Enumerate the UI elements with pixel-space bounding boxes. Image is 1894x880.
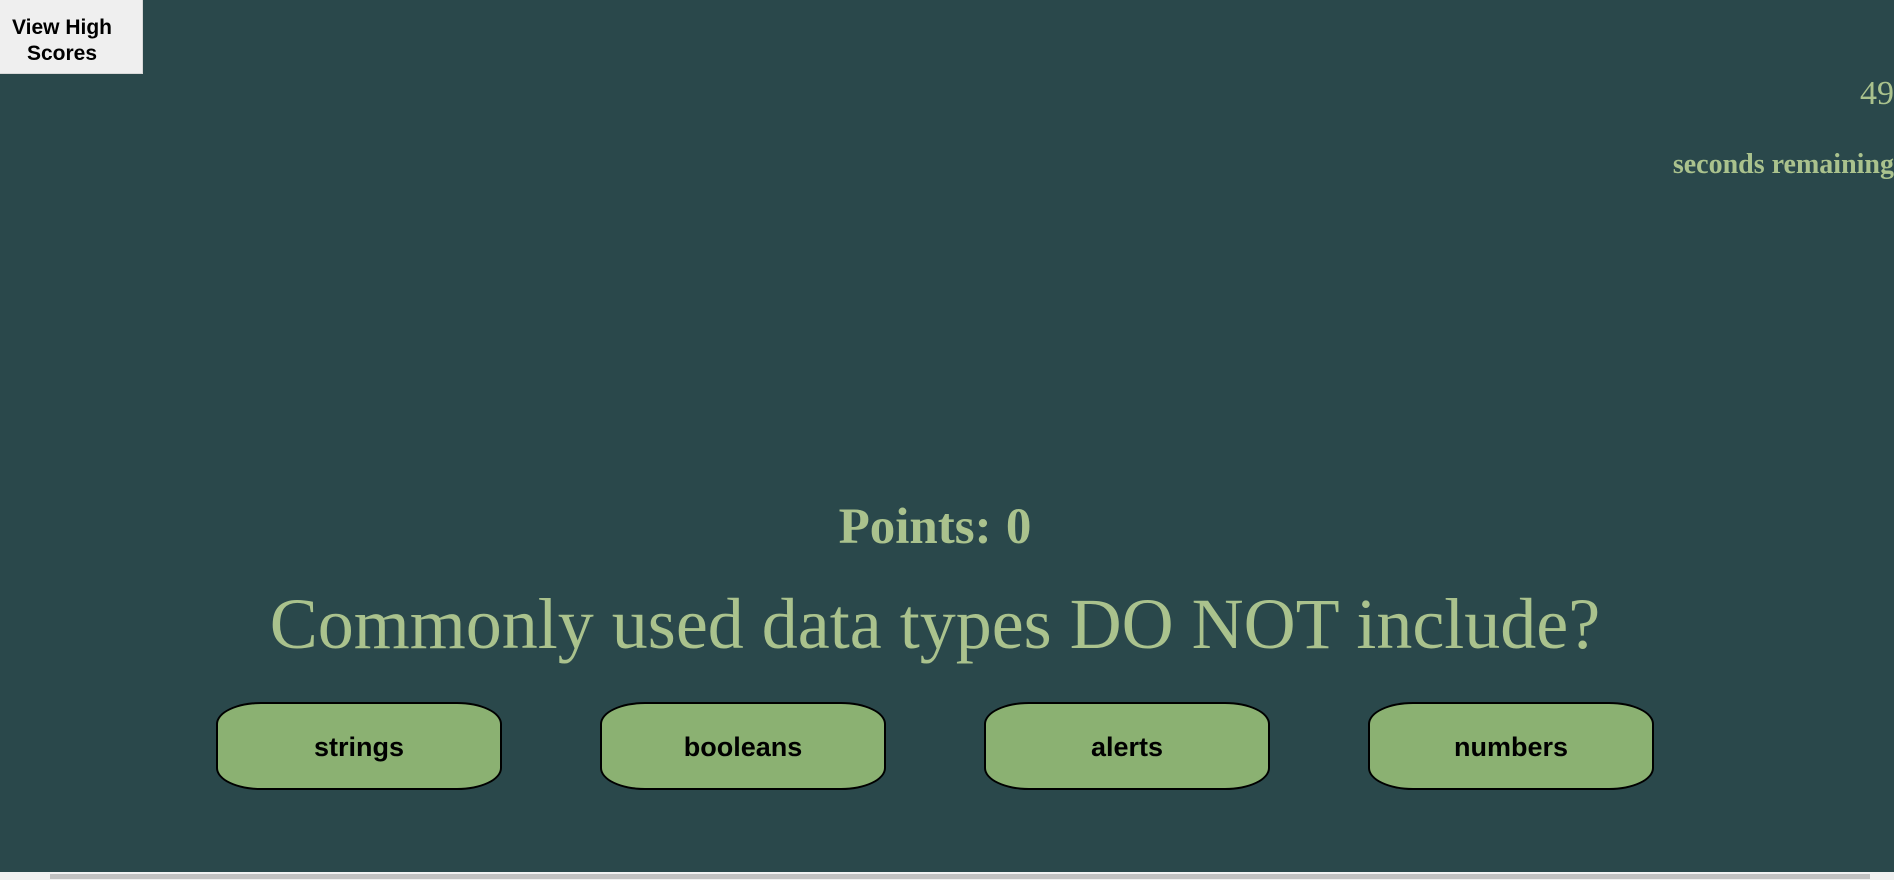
timer-seconds: 49 bbox=[1860, 75, 1894, 112]
answer-button-alerts[interactable]: alerts bbox=[984, 702, 1270, 790]
view-high-scores-button[interactable]: View High Scores bbox=[0, 0, 143, 74]
answer-button-strings[interactable]: strings bbox=[216, 702, 502, 790]
answer-button-booleans[interactable]: booleans bbox=[600, 702, 886, 790]
question-text: Commonly used data types DO NOT include? bbox=[269, 584, 1601, 664]
points-value: 0 bbox=[1005, 499, 1032, 555]
points-display: Points: 0 bbox=[0, 497, 1870, 557]
timer-label: seconds remaining bbox=[1672, 149, 1894, 180]
horizontal-scrollbar[interactable] bbox=[0, 872, 1894, 880]
points-label: Points: bbox=[838, 499, 992, 555]
answer-button-numbers[interactable]: numbers bbox=[1368, 702, 1654, 790]
scrollbar-thumb[interactable] bbox=[50, 874, 1870, 879]
answer-options: strings booleans alerts numbers bbox=[0, 0, 1894, 880]
